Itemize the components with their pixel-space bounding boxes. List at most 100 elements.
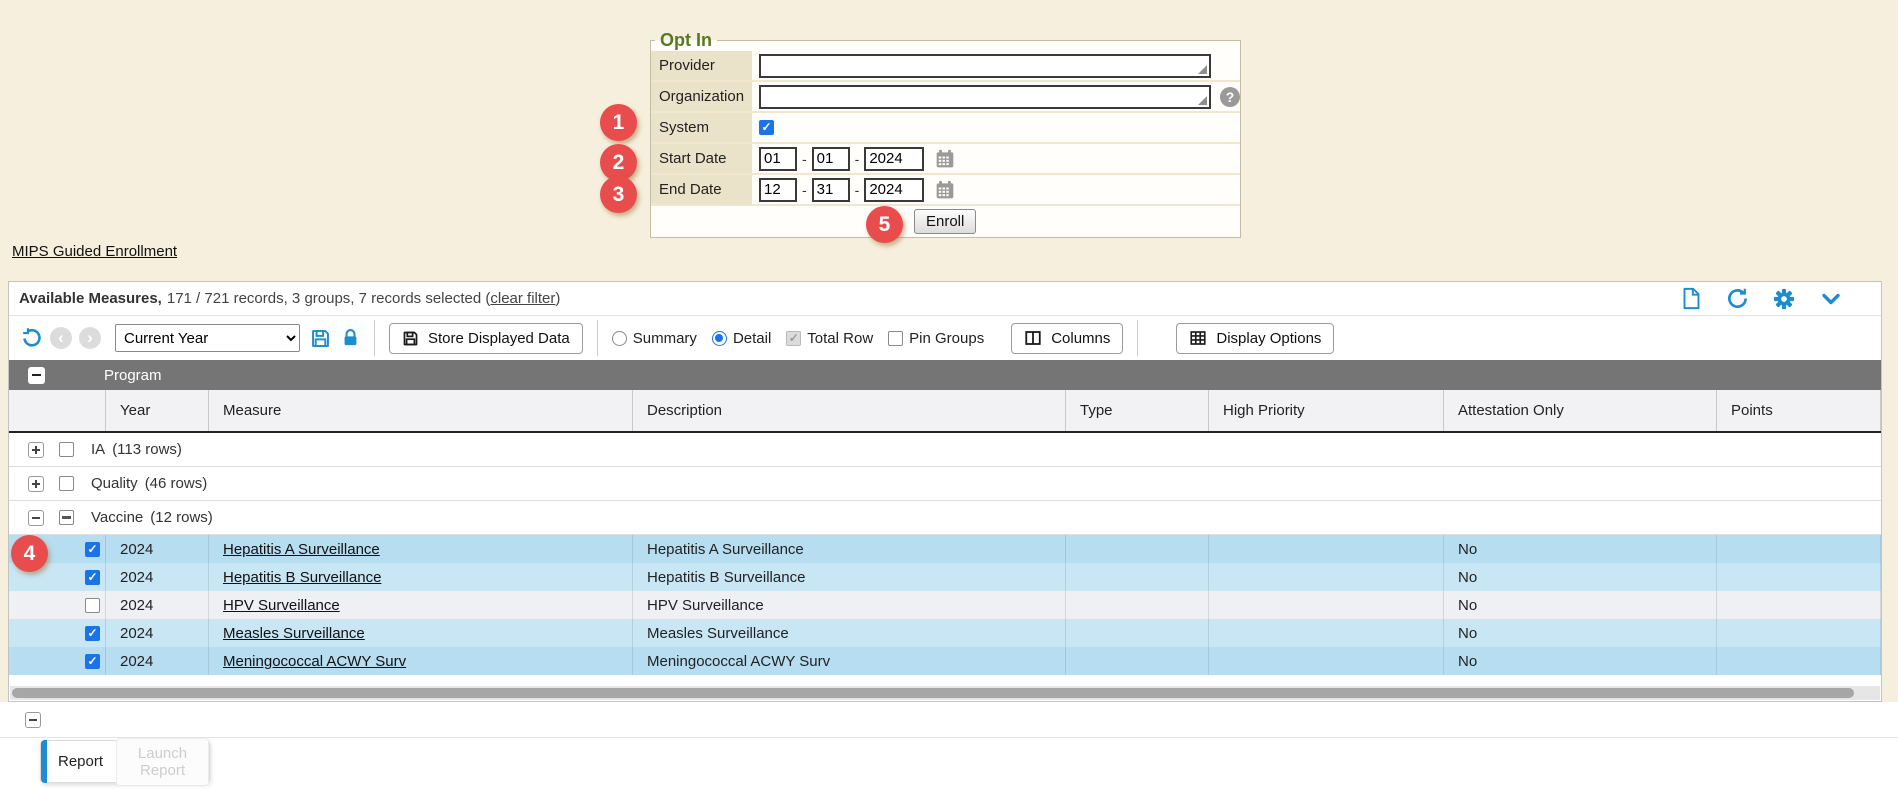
measure-row[interactable]: 2024Measles SurveillanceMeasles Surveill… [9,619,1881,647]
collapse-report-icon[interactable] [25,712,41,728]
start-date-label: Start Date [651,144,752,173]
detail-radio-label: Detail [733,330,771,347]
year-cell: 2024 [106,563,209,591]
grid-toolbar: ‹ › Current Year Store Displayed Data Su… [9,316,1881,360]
start-date-calendar-icon[interactable] [935,149,955,169]
measure-link[interactable]: Hepatitis A Surveillance [223,541,380,558]
column-header-description[interactable]: Description [633,390,1066,431]
gear-icon[interactable] [1773,288,1795,310]
column-header-attestation-only[interactable]: Attestation Only [1444,390,1717,431]
row-checkbox[interactable] [85,542,100,557]
lock-icon[interactable] [341,328,360,348]
end-year-input[interactable] [864,178,924,202]
column-header-row: Year Measure Description Type High Prior… [9,390,1881,433]
save-view-icon[interactable] [310,328,331,349]
undo-icon[interactable] [21,327,43,349]
group-row[interactable]: IA(113 rows) [9,433,1881,467]
group-checkbox[interactable] [59,442,74,457]
date-separator: - [802,182,807,198]
measure-link[interactable]: HPV Surveillance [223,597,340,614]
expand-group-icon[interactable] [28,442,44,458]
help-icon[interactable]: ? [1220,87,1240,107]
row-checkbox[interactable] [85,654,100,669]
column-header-type[interactable]: Type [1066,390,1209,431]
measure-row[interactable]: 2024Hepatitis A SurveillanceHepatitis A … [9,535,1881,563]
group-checkbox[interactable] [59,510,74,525]
end-date-calendar-icon[interactable] [935,180,955,200]
description-cell: Measles Surveillance [633,619,1066,647]
provider-input[interactable] [759,54,1211,78]
group-label: IA [91,441,105,458]
nav-back-icon[interactable]: ‹ [50,327,72,349]
column-header-year[interactable]: Year [106,390,209,431]
total-row-checkbox[interactable] [786,331,801,346]
row-expand-cell [9,619,49,647]
refresh-icon[interactable] [1726,287,1749,310]
provider-label: Provider [651,51,752,80]
store-save-icon [402,330,419,347]
pin-groups-checkbox[interactable] [888,331,903,346]
document-icon[interactable] [1681,287,1702,310]
description-cell: Meningococcal ACWY Surv [633,647,1066,675]
view-select[interactable]: Current Year [115,324,300,352]
toolbar-separator [597,320,598,356]
display-options-button[interactable]: Display Options [1176,323,1334,354]
system-row: System [651,113,1240,144]
measure-link[interactable]: Hepatitis B Surveillance [223,569,381,586]
pin-groups-control[interactable]: Pin Groups [888,330,984,347]
measure-row[interactable]: 2024Hepatitis B SurveillanceHepatitis B … [9,563,1881,591]
end-month-input[interactable] [759,178,797,202]
type-cell [1066,619,1209,647]
nav-forward-icon[interactable]: › [79,327,101,349]
expand-group-icon[interactable] [28,476,44,492]
grid-header: Available Measures, 171 / 721 records, 3… [9,282,1881,316]
summary-radio-control[interactable]: Summary [612,330,697,347]
columns-button[interactable]: Columns [1011,323,1123,354]
organization-label: Organization [651,82,752,111]
measure-cell: Measles Surveillance [209,619,633,647]
row-checkbox[interactable] [85,570,100,585]
column-header-high-priority[interactable]: High Priority [1209,390,1444,431]
group-checkbox[interactable] [59,476,74,491]
collapse-group-icon[interactable] [28,510,44,526]
row-checkbox[interactable] [85,598,100,613]
column-header-measure[interactable]: Measure [209,390,633,431]
column-header-points[interactable]: Points [1717,390,1881,431]
description-cell: HPV Surveillance [633,591,1066,619]
organization-input[interactable] [759,85,1211,109]
display-options-icon [1189,329,1207,347]
measure-cell: Meningococcal ACWY Surv [209,647,633,675]
summary-radio[interactable] [612,331,627,346]
points-cell [1717,535,1881,563]
start-month-input[interactable] [759,147,797,171]
launch-report-button[interactable]: Launch Report [116,738,209,786]
measure-link[interactable]: Meningococcal ACWY Surv [223,653,406,670]
total-row-control[interactable]: Total Row [786,330,873,347]
start-day-input[interactable] [812,147,850,171]
group-row[interactable]: Vaccine(12 rows) [9,501,1881,535]
annotation-badge-5: 5 [866,206,903,243]
measure-link[interactable]: Measles Surveillance [223,625,365,642]
measure-row[interactable]: 2024HPV SurveillanceHPV SurveillanceNo [9,591,1881,619]
enroll-button[interactable]: Enroll [914,209,976,234]
opt-in-legend: Opt In [655,30,717,51]
chevron-down-icon[interactable] [1819,287,1843,311]
measure-row[interactable]: 2024Meningococcal ACWY SurvMeningococcal… [9,647,1881,675]
mips-guided-enrollment-link[interactable]: MIPS Guided Enrollment [12,243,177,260]
store-displayed-data-button[interactable]: Store Displayed Data [389,323,583,354]
detail-radio[interactable] [712,331,727,346]
measure-cell: Hepatitis A Surveillance [209,535,633,563]
horizontal-scrollbar[interactable] [10,686,1880,700]
system-checkbox[interactable] [759,120,774,135]
annotation-badge-3: 3 [600,176,637,213]
program-collapse-icon[interactable] [28,367,45,384]
end-day-input[interactable] [812,178,850,202]
horizontal-scrollbar-thumb[interactable] [12,688,1854,698]
start-year-input[interactable] [864,147,924,171]
group-row[interactable]: Quality(46 rows) [9,467,1881,501]
row-checkbox[interactable] [85,626,100,641]
type-cell [1066,535,1209,563]
detail-radio-control[interactable]: Detail [712,330,771,347]
points-cell [1717,619,1881,647]
clear-filter-link[interactable]: clear filter [490,290,555,307]
